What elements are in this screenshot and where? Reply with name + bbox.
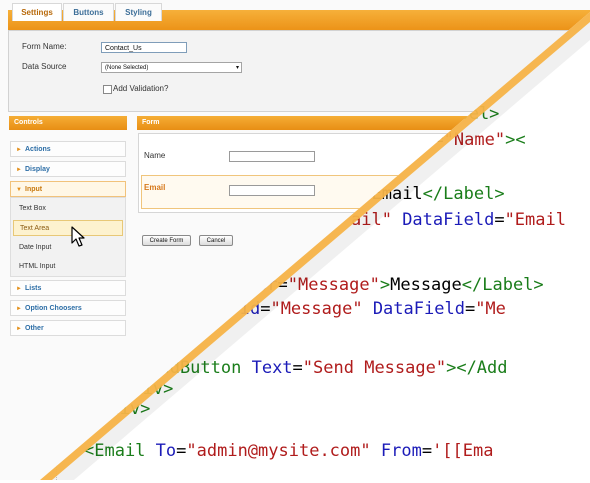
code-token: DataField xyxy=(391,210,495,230)
code-token: "Name" xyxy=(443,130,506,150)
data-source-selected-value: (None Selected) xyxy=(105,65,149,71)
add-validation-label: Add Validation? xyxy=(113,84,169,93)
control-html-input[interactable]: HTML Input xyxy=(13,259,123,275)
controls-header: Controls xyxy=(9,116,127,130)
cancel-button[interactable]: Cancel xyxy=(199,235,233,246)
code-token: "Message" xyxy=(287,275,380,295)
controls-item-label: Display xyxy=(25,166,50,173)
code-token: "admin@mysite.com" xyxy=(186,441,371,461)
control-text-box[interactable]: Text Box xyxy=(13,201,123,217)
code-token: Text xyxy=(251,358,293,378)
form-name-input[interactable]: Contact_Us xyxy=(101,42,187,53)
arrow-pointer-icon xyxy=(71,226,85,247)
code-token: > xyxy=(379,275,391,295)
control-text-area[interactable]: Text Area xyxy=(13,220,123,236)
code-token: >< xyxy=(505,130,526,150)
select-arrow-icon: ▾ xyxy=(235,65,239,71)
code-token: From xyxy=(370,441,422,461)
code-token: ></Add xyxy=(446,358,508,378)
code-token: DataField xyxy=(362,299,465,319)
code-token: = xyxy=(421,441,433,461)
code-token: = xyxy=(176,441,187,461)
tab-styling[interactable]: Styling xyxy=(115,3,162,21)
controls-item-lists[interactable]: ► Lists xyxy=(10,280,126,296)
add-validation-checkbox[interactable] xyxy=(103,85,112,94)
form-name-label: Form Name: xyxy=(22,42,67,51)
caret-right-icon: ► xyxy=(16,326,22,332)
code-token: = xyxy=(464,299,476,319)
data-source-label: Data Source xyxy=(22,62,67,71)
code-token: = xyxy=(494,210,505,230)
data-source-select[interactable]: (None Selected) ▾ xyxy=(101,62,242,73)
create-form-button[interactable]: Create Form xyxy=(142,235,191,246)
caret-right-icon: ► xyxy=(16,286,22,292)
code-token: </Label> xyxy=(422,184,505,204)
tab-buttons[interactable]: Buttons xyxy=(63,3,114,21)
controls-item-label: Input xyxy=(25,186,43,193)
code-token: '[[Ema xyxy=(432,441,494,461)
caret-right-icon: ► xyxy=(16,147,22,153)
controls-item-display[interactable]: ► Display xyxy=(10,161,126,177)
email-field-label: Email xyxy=(144,183,166,192)
code-token: Message xyxy=(390,275,462,295)
code-token: "Send Message" xyxy=(302,358,447,378)
control-date-input[interactable]: Date Input xyxy=(13,240,123,256)
tab-settings[interactable]: Settings xyxy=(12,3,62,21)
code-line: <Email To="admin@mysite.com" From='[[Ema xyxy=(84,440,493,462)
code-token: "Me xyxy=(475,299,506,319)
code-token: </Label> xyxy=(461,275,544,295)
name-field-input[interactable] xyxy=(229,151,315,162)
caret-right-icon: ► xyxy=(16,306,22,312)
code-token: = xyxy=(277,275,288,295)
code-token: = xyxy=(260,299,271,319)
controls-item-actions[interactable]: ► Actions xyxy=(10,141,126,157)
code-token: "Email xyxy=(504,210,566,230)
code-line: ail" DataField="Email xyxy=(351,209,566,231)
code-token: ail" xyxy=(351,210,392,230)
code-token: <Email xyxy=(84,441,156,461)
controls-item-option-choosers[interactable]: ► Option Choosers xyxy=(10,300,126,316)
caret-right-icon: ► xyxy=(16,167,22,173)
caret-down-icon: ▼ xyxy=(16,187,22,193)
code-token: To xyxy=(155,441,177,461)
controls-item-label: Lists xyxy=(25,285,42,292)
name-field-label: Name xyxy=(144,151,166,160)
code-line: ea Id="Message" DataField="Me xyxy=(209,298,506,320)
code-token: = xyxy=(292,358,303,378)
controls-item-input[interactable]: ▼ Input xyxy=(10,181,126,197)
code-token: "Message" xyxy=(270,299,363,319)
controls-item-label: Actions xyxy=(25,146,51,153)
controls-item-label: Option Choosers xyxy=(25,305,82,312)
controls-item-other[interactable]: ► Other xyxy=(10,320,126,336)
code-line: or="Message">Message</Label> xyxy=(257,274,544,296)
email-field-input[interactable] xyxy=(229,185,315,196)
controls-item-label: Other xyxy=(25,325,44,332)
code-line: <AddButton Text="Send Message"></Add xyxy=(139,357,508,379)
